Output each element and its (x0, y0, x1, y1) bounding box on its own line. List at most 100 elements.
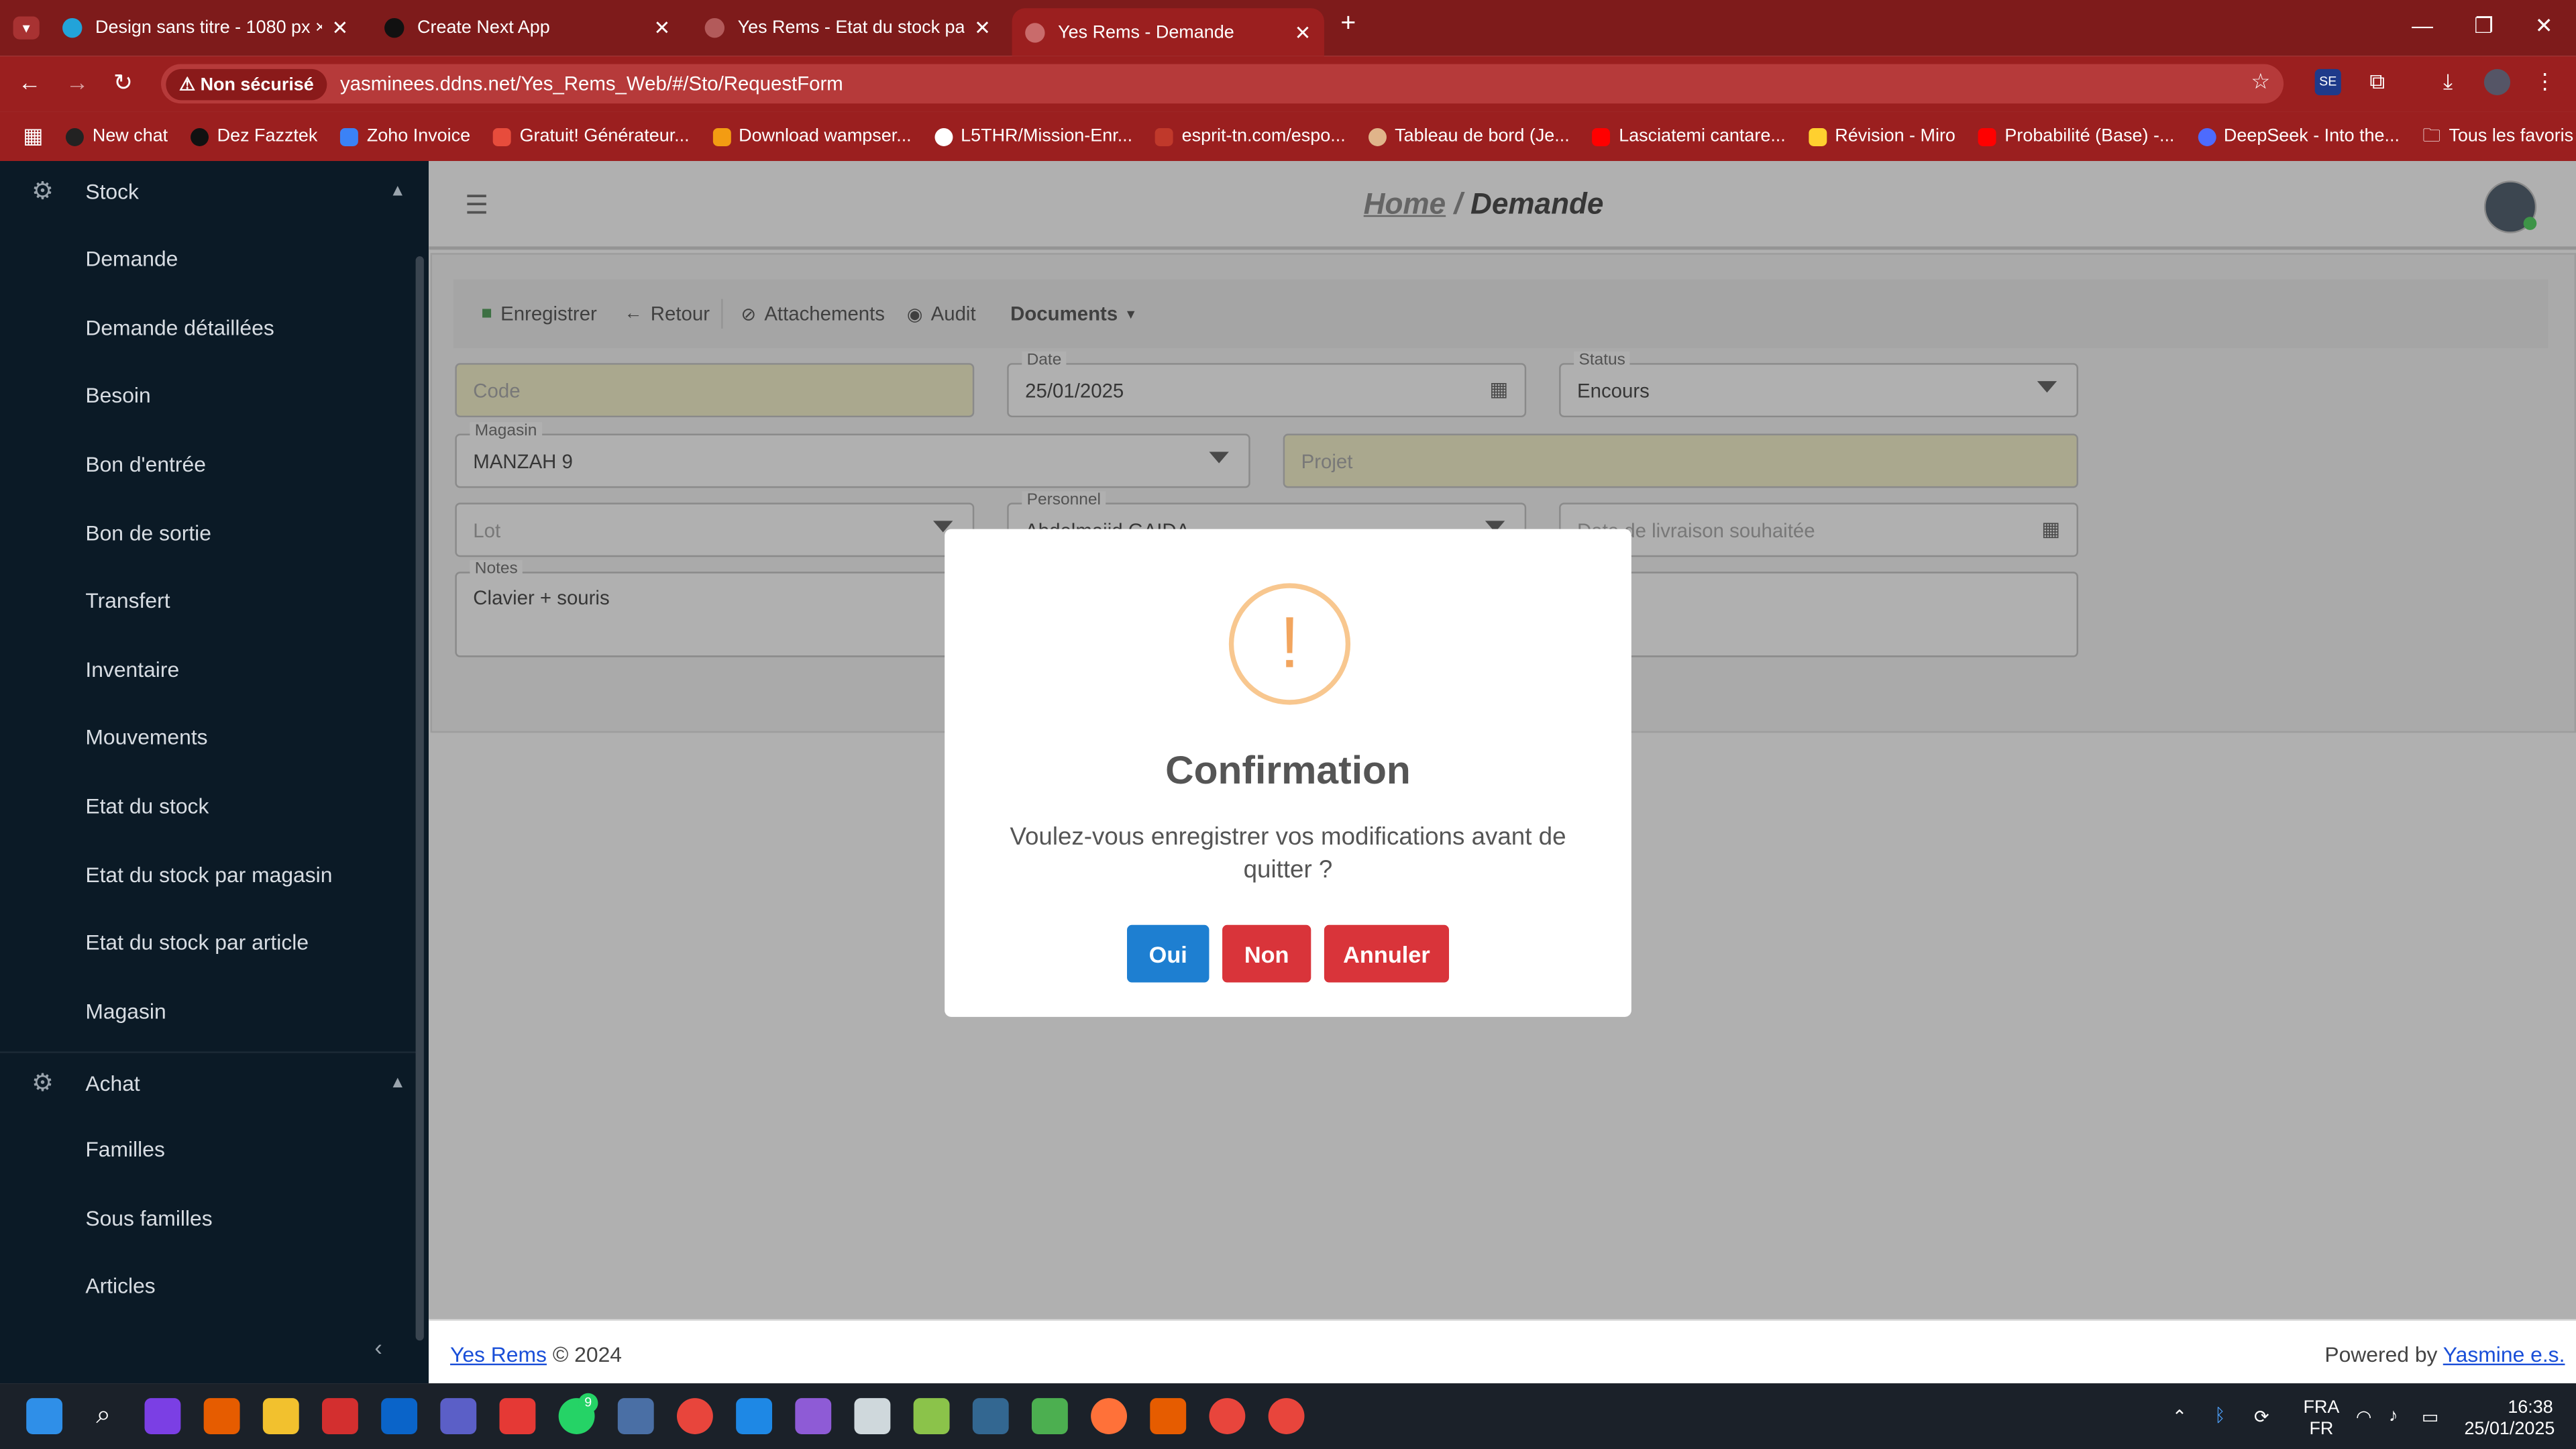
star-icon[interactable]: ☆ (2247, 69, 2273, 95)
bookmark[interactable]: Lasciatemi cantare... (1593, 127, 1786, 146)
close-tab-icon[interactable]: ✕ (332, 16, 349, 39)
miro-icon (1809, 127, 1827, 146)
extension-icon[interactable]: SE (2314, 68, 2341, 96)
no-button[interactable]: Non (1222, 924, 1311, 983)
windows-start-icon[interactable] (26, 1398, 63, 1434)
gear-icon: ⚙ (32, 1069, 54, 1097)
bookmark[interactable]: esprit-tn.com/espo... (1155, 127, 1346, 146)
sidebar-item-transfert[interactable]: Transfert (85, 588, 170, 613)
app-icon[interactable] (854, 1398, 891, 1434)
postgres-icon[interactable] (972, 1398, 1009, 1434)
youtube-icon (1593, 127, 1611, 146)
site-icon (1155, 127, 1174, 146)
bookmark[interactable]: Zoho Invoice (340, 127, 470, 146)
language-indicator[interactable]: FRA FR (2303, 1398, 2339, 1441)
sidebar-item-bon-entree[interactable]: Bon d'entrée (85, 451, 206, 476)
chrome-icon[interactable] (1209, 1398, 1246, 1434)
sidebar-group-stock[interactable]: ⚙ Stock ▲ (0, 161, 419, 220)
cancel-button[interactable]: Annuler (1324, 924, 1450, 983)
bookmark[interactable]: Gratuit! Générateur... (493, 127, 690, 146)
sidebar-item-familles[interactable]: Familles (85, 1137, 165, 1162)
browser-tab-4-active[interactable]: Yes Rems - Demande ✕ (1012, 8, 1324, 56)
bookmark[interactable]: Tableau de bord (Je... (1368, 127, 1570, 146)
puzzle-extensions-icon[interactable]: ⧉ (2364, 69, 2390, 95)
tray-chevron-icon[interactable]: ⌃ (2172, 1406, 2188, 1428)
download-icon[interactable]: ⤓ (2434, 69, 2461, 95)
visual-studio-icon[interactable] (795, 1398, 832, 1434)
file-explorer-icon[interactable] (262, 1398, 299, 1434)
tab-search-chevron-icon[interactable]: ▾ (13, 16, 40, 40)
all-favorites[interactable]: 🗀 Tous les favoris (2422, 121, 2573, 152)
restore-icon[interactable]: ❐ (2474, 13, 2493, 40)
close-tab-icon[interactable]: ✕ (1295, 21, 1311, 44)
bookmark[interactable]: DeepSeek - Into the... (2197, 127, 2400, 146)
app-icon[interactable] (322, 1398, 358, 1434)
warning-icon: ! (1228, 583, 1351, 705)
close-tab-icon[interactable]: ✕ (654, 16, 671, 39)
app-icon[interactable] (1031, 1398, 1068, 1434)
sidebar: ⚙ Stock ▲ Demande Demande détaillées Bes… (0, 161, 429, 1384)
app-icon[interactable] (617, 1398, 654, 1434)
sidebar-item-etat-stock-magasin[interactable]: Etat du stock par magasin (85, 863, 332, 888)
vscode-icon[interactable] (736, 1398, 773, 1434)
profile-icon[interactable] (2483, 68, 2511, 96)
chrome-icon[interactable] (1268, 1398, 1305, 1434)
sidebar-item-etat-stock[interactable]: Etat du stock (85, 794, 209, 818)
chrome-icon[interactable] (676, 1398, 713, 1434)
sidebar-item-demande[interactable]: Demande (85, 246, 178, 271)
close-tab-icon[interactable]: ✕ (974, 16, 991, 39)
browser-tab-3[interactable]: Yes Rems - Etat du stock par art✕ (692, 8, 1004, 48)
sidebar-group-achat[interactable]: ⚙ Achat ▲ (0, 1051, 419, 1112)
collapse-sidebar-icon[interactable]: ‹ (374, 1334, 382, 1360)
sidebar-item-mouvements[interactable]: Mouvements (85, 724, 207, 749)
bluetooth-icon[interactable]: ᛒ (2214, 1406, 2225, 1426)
browser-tab-2[interactable]: Create Next App ✕ (371, 8, 683, 48)
reload-icon[interactable]: ↻ (113, 69, 133, 97)
new-tab-icon[interactable]: + (1340, 10, 1356, 40)
minimize-icon[interactable]: — (2412, 13, 2433, 38)
apps-grid-icon[interactable]: ▦ (23, 123, 43, 150)
firefox-icon[interactable] (1091, 1398, 1128, 1434)
app-icon[interactable] (499, 1398, 536, 1434)
bookmarks-bar: ▦ New chat Dez Fazztek Zoho Invoice Grat… (0, 111, 2576, 162)
bookmark[interactable]: New chat (66, 127, 168, 146)
sidebar-item-besoin[interactable]: Besoin (85, 383, 150, 408)
bookmark[interactable]: Probabilité (Base) -... (1978, 127, 2174, 146)
sync-icon[interactable]: ⟳ (2254, 1406, 2269, 1428)
bookmark[interactable]: Révision - Miro (1809, 127, 1955, 146)
sidebar-item-demande-detaillees[interactable]: Demande détaillées (85, 315, 274, 340)
yes-button[interactable]: Oui (1127, 924, 1210, 983)
sidebar-item-inventaire[interactable]: Inventaire (85, 657, 179, 682)
volume-icon[interactable]: ♪ (2389, 1406, 2398, 1426)
powered-by-link[interactable]: Yasmine e.s. (2443, 1342, 2565, 1367)
sidebar-scrollbar[interactable] (415, 256, 424, 1341)
wifi-icon[interactable]: ◠ (2356, 1406, 2372, 1428)
bookmark[interactable]: L5THR/Mission-Enr... (934, 127, 1132, 146)
site-icon (1025, 22, 1045, 42)
forward-arrow-icon[interactable]: → (66, 69, 89, 95)
app-icon[interactable] (203, 1398, 240, 1434)
browser-tab-1[interactable]: Design sans titre - 1080 px × 10✕ (49, 8, 361, 48)
security-badge[interactable]: ⚠ Non sécurisé (166, 68, 327, 100)
sidebar-item-articles[interactable]: Articles (85, 1273, 155, 1298)
clock[interactable]: 16:38 25/01/2025 (2464, 1398, 2555, 1441)
address-bar[interactable]: ⚠ Non sécurisé yasminees.ddns.net/Yes_Re… (161, 64, 2284, 104)
window-close-icon[interactable]: ✕ (2535, 13, 2553, 40)
sidebar-item-sous-familles[interactable]: Sous familles (85, 1206, 212, 1231)
outlook-icon[interactable] (381, 1398, 418, 1434)
app-icon[interactable] (913, 1398, 950, 1434)
menu-dots-icon[interactable]: ⋮ (2532, 69, 2558, 95)
bookmark[interactable]: Download wampser... (712, 127, 912, 146)
battery-icon[interactable]: ▭ (2422, 1406, 2438, 1428)
app-icon[interactable] (1150, 1398, 1187, 1434)
teams-icon[interactable] (440, 1398, 477, 1434)
dialog-title: Confirmation (1165, 749, 1411, 794)
sidebar-item-bon-sortie[interactable]: Bon de sortie (85, 521, 211, 545)
sidebar-item-magasin[interactable]: Magasin (85, 999, 166, 1024)
back-arrow-icon[interactable]: ← (18, 69, 41, 95)
sidebar-item-etat-stock-article[interactable]: Etat du stock par article (85, 930, 309, 955)
brand-link[interactable]: Yes Rems (450, 1342, 547, 1367)
search-icon[interactable]: ⌕ (85, 1398, 121, 1434)
app-icon[interactable] (144, 1398, 181, 1434)
bookmark[interactable]: Dez Fazztek (191, 127, 317, 146)
